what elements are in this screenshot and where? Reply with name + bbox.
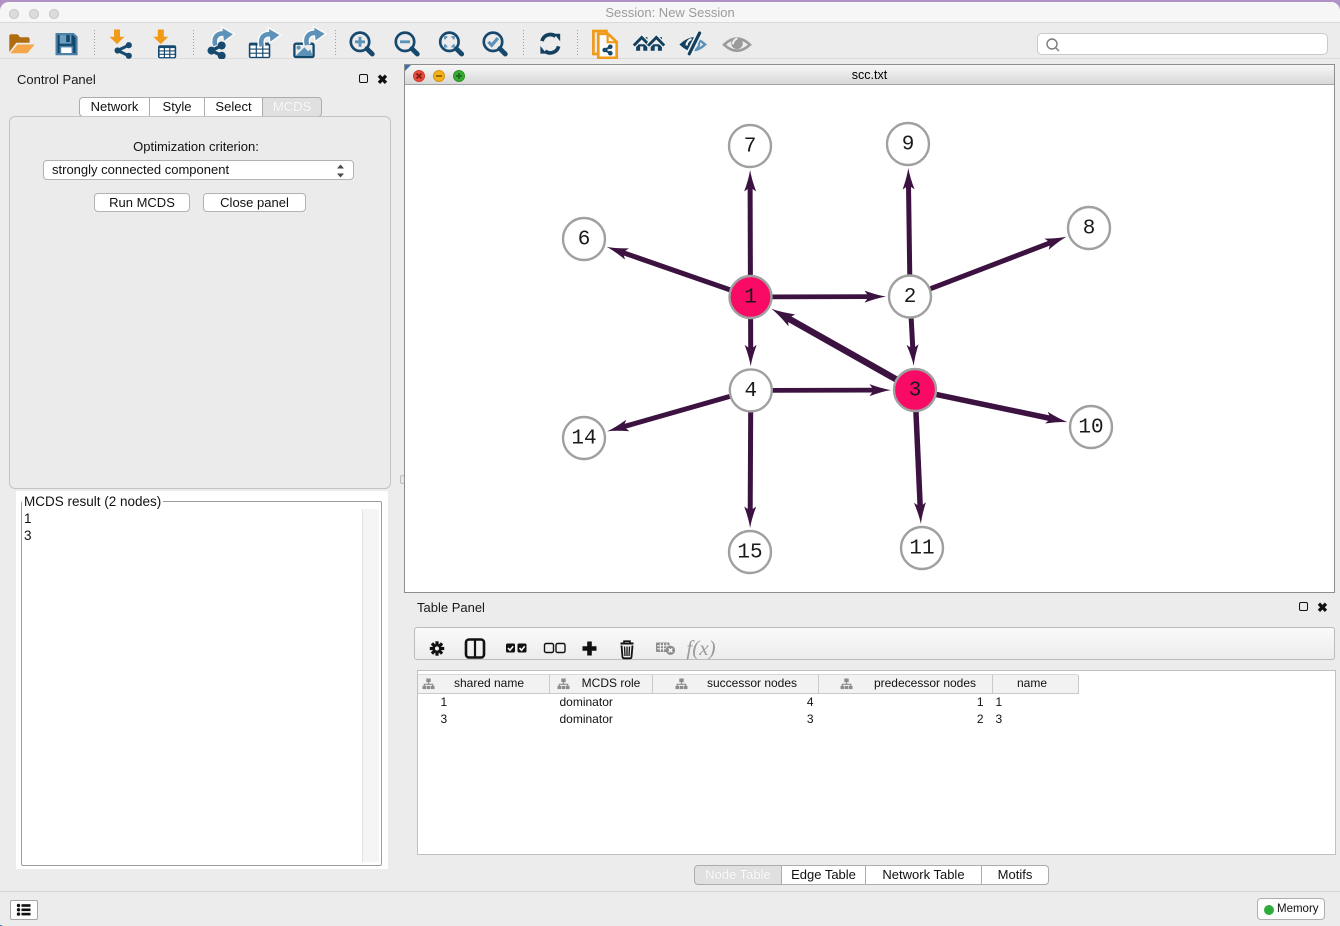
svg-text:f(x): f(x) [686,636,715,660]
svg-text:8: 8 [1083,218,1096,241]
svg-text:2: 2 [904,286,917,309]
svg-text:1: 1 [744,287,757,310]
svg-text:7: 7 [744,136,757,159]
svg-text:4: 4 [744,380,757,403]
svg-text:14: 14 [571,428,596,451]
svg-text:6: 6 [578,229,591,252]
svg-text:9: 9 [902,134,915,157]
svg-text:3: 3 [909,380,922,403]
svg-text:10: 10 [1078,417,1103,440]
svg-text:11: 11 [909,538,934,561]
svg-text:15: 15 [737,542,762,565]
